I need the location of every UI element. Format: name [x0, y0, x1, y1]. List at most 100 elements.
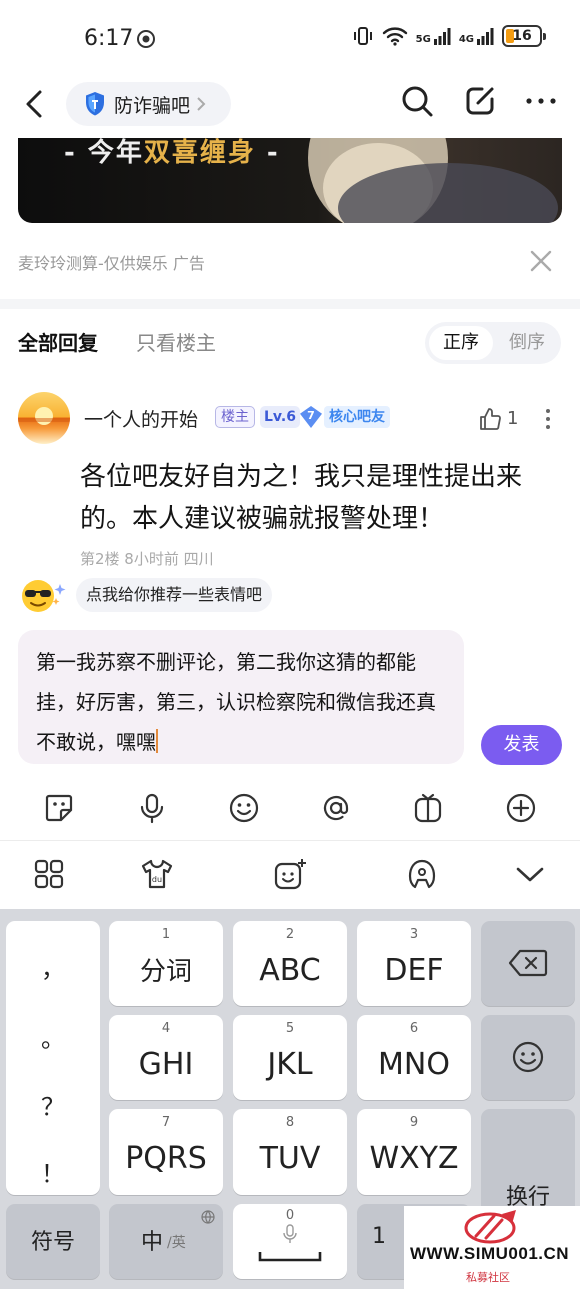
compose-button[interactable] [464, 85, 496, 117]
key-1[interactable]: 1 分词 [109, 921, 223, 1006]
key-period[interactable]: 。 [6, 1019, 100, 1054]
more-button[interactable] [526, 97, 556, 105]
chevron-right-icon [196, 96, 206, 112]
svg-text:du: du [152, 875, 162, 884]
key-9[interactable]: 9 WXYZ [357, 1109, 471, 1195]
keyboard-skin-button[interactable]: du [140, 858, 173, 890]
wifi-icon [382, 26, 408, 46]
globe-icon [201, 1210, 215, 1224]
symbol-key[interactable]: 符号 [6, 1204, 100, 1279]
emoji-plus-icon [274, 859, 306, 890]
composer-toolbar [0, 780, 580, 836]
sort-toggle: 正序 倒序 [425, 322, 561, 364]
shield-icon [86, 92, 104, 116]
keyboard-toolbar: du [0, 841, 580, 909]
close-icon [530, 250, 552, 272]
key-3[interactable]: 3 DEF [357, 921, 471, 1006]
key-question[interactable]: ？ [6, 1087, 100, 1122]
ad-source: 麦玲玲测算-仅供娱乐 广告 [18, 254, 205, 273]
key-2[interactable]: 2 ABC [233, 921, 347, 1006]
keyboard-hide-button[interactable] [514, 858, 546, 890]
space-bar-icon [258, 1252, 322, 1262]
section-divider [0, 299, 580, 309]
tab-all-replies[interactable]: 全部回复 [18, 327, 98, 356]
search-button[interactable] [400, 84, 434, 118]
ai-assistant-icon [408, 859, 436, 889]
back-button[interactable] [22, 88, 50, 120]
signal-bars-icon [433, 28, 451, 45]
chevron-down-icon [516, 867, 544, 882]
tab-op-only[interactable]: 只看楼主 [136, 327, 216, 356]
smiley-icon [229, 793, 259, 823]
badge-gem-icon: 7 [300, 406, 322, 428]
key-5[interactable]: 5 JKL [233, 1015, 347, 1100]
key-4[interactable]: 4 GHI [109, 1015, 223, 1100]
sort-asc-button[interactable]: 正序 [429, 326, 493, 360]
signal-4g: 4G [459, 27, 494, 45]
microphone-icon [140, 793, 164, 824]
mention-button[interactable] [320, 792, 352, 824]
watermark-text: WWW.SIMU001.CN [410, 1244, 570, 1263]
gift-icon [414, 793, 442, 823]
key-6[interactable]: 6 MNO [357, 1015, 471, 1100]
at-sign-icon [323, 795, 349, 821]
core-member-badge: 7 核心吧友 [300, 406, 390, 428]
sort-desc-button[interactable]: 倒序 [497, 326, 557, 360]
gift-button[interactable] [412, 792, 444, 824]
edit-icon [466, 87, 494, 115]
signal-5g: 5G [416, 27, 451, 45]
punctuation-column[interactable]: ， 。 ？ ！ [6, 921, 100, 1195]
vibrate-icon [352, 25, 374, 47]
avatar[interactable] [18, 392, 70, 444]
system-settings-icon [136, 29, 156, 49]
tshirt-icon: du [141, 859, 173, 889]
status-icons: 5G 4G 16 [352, 25, 546, 47]
voice-button[interactable] [136, 792, 168, 824]
reply-meta: 第2楼 8小时前 四川 [80, 550, 214, 566]
emoji-button[interactable] [228, 792, 260, 824]
thumbs-up-icon [480, 408, 501, 430]
reply-more-button[interactable] [545, 408, 551, 430]
username[interactable]: 一个人的开始 [84, 405, 198, 432]
emoji-key[interactable] [481, 1015, 575, 1100]
level-badge: Lv.6 [260, 406, 300, 428]
text-caret [156, 729, 158, 753]
plus-circle-icon [506, 793, 536, 823]
ad-close-button[interactable] [529, 249, 553, 273]
like-count: 1 [507, 408, 519, 429]
reply-input-value: 第一我苏察不删评论，第二我你这猜的都能挂，好厉害，第三，认识检察院和微信我还真不… [36, 650, 436, 754]
watermark-sub: 私募社区 [466, 1271, 510, 1284]
status-time: 6:17 [84, 26, 134, 51]
more-vertical-icon [546, 409, 550, 429]
keyboard-ai-button[interactable] [406, 858, 438, 890]
like-button[interactable] [478, 407, 502, 431]
search-icon [402, 86, 433, 117]
language-switch-key[interactable]: 中 /英 [109, 1204, 223, 1279]
smiley-icon [512, 1041, 544, 1073]
watermark-logo-icon [464, 1210, 516, 1244]
sticker-button[interactable] [43, 792, 75, 824]
key-comma[interactable]: ， [6, 949, 100, 984]
keyboard-menu-button[interactable] [33, 858, 65, 890]
grid-icon [34, 859, 64, 889]
battery-level: 16 [512, 28, 532, 44]
reply-input[interactable]: 第一我苏察不删评论，第二我你这猜的都能挂，好厉害，第三，认识检察院和微信我还真不… [18, 630, 464, 764]
signal-bars-icon [477, 28, 494, 45]
send-button[interactable]: 发表 [481, 725, 562, 765]
key-8[interactable]: 8 TUV [233, 1109, 347, 1195]
key-exclaim[interactable]: ！ [6, 1154, 100, 1189]
forum-chip[interactable]: 防诈骗吧 [66, 82, 231, 126]
watermark: WWW.SIMU001.CN 私募社区 [404, 1206, 580, 1289]
battery-icon: 16 [502, 25, 546, 47]
key-7[interactable]: 7 PQRS [109, 1109, 223, 1195]
add-button[interactable] [505, 792, 537, 824]
emoji-suggestion-chip[interactable]: 点我给你推荐一些表情吧 [76, 578, 273, 612]
keyboard-emoji-button[interactable] [273, 858, 306, 890]
sticker-icon [45, 794, 73, 822]
core-member-label: 核心吧友 [324, 406, 390, 428]
backspace-key[interactable] [481, 921, 575, 1006]
backspace-icon [508, 949, 548, 977]
nav-actions [400, 84, 556, 118]
reply-content: 各位吧友好自为之！我只是理性提出来的。本人建议被骗就报警处理！ [80, 462, 523, 534]
sunglasses-emoji-icon[interactable] [20, 578, 68, 614]
